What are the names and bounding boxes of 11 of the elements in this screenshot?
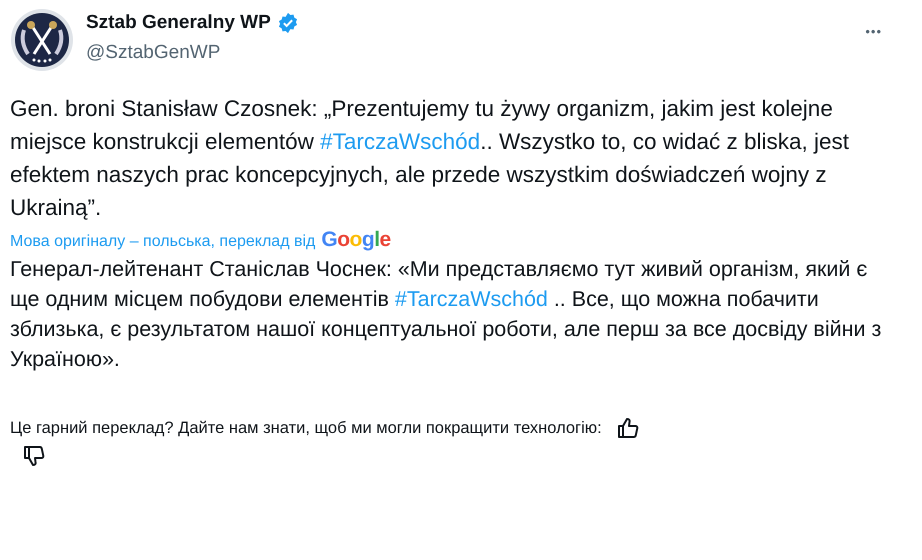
thumbs-down-icon[interactable] — [22, 444, 46, 468]
thumbs-up-icon[interactable] — [616, 416, 640, 440]
author-name[interactable]: Sztab Generalny WP — [86, 12, 271, 34]
author-handle[interactable]: @SztabGenWP — [86, 42, 854, 64]
google-logo: Google — [321, 228, 391, 252]
translation-note: Мова оригіналу – польська, переклад від — [10, 233, 316, 251]
more-button[interactable]: ••• — [865, 24, 882, 39]
feedback-question: Це гарний переклад? Дайте нам знати, щоб ми могли покращити технологію: — [10, 418, 602, 438]
translated-text: Генерал-лейтенант Станіслав Чоснек: «Ми представляємо тут живий організм, який є ще одним місцем побудови елементів #TarczaWschód .. Все, що можна побачити зблизька, є результатом нашої концептуальної роботи, але перш за все досвіду війни з Україною». — [10, 256, 882, 373]
tweet-text: Gen. broni Stanisław Czosnek: „Prezentujemy tu żywy organizm, jakim jest kolejne miejsce konstrukcji elementów #TarczaWschód.. Wszystko to, co widać z bliska, jest efektem naszych prac koncepcyjnych, ale przede wszystkim doświadczeń wojny z Ukrainą”. — [10, 95, 850, 222]
avatar-icon[interactable] — [10, 8, 74, 72]
